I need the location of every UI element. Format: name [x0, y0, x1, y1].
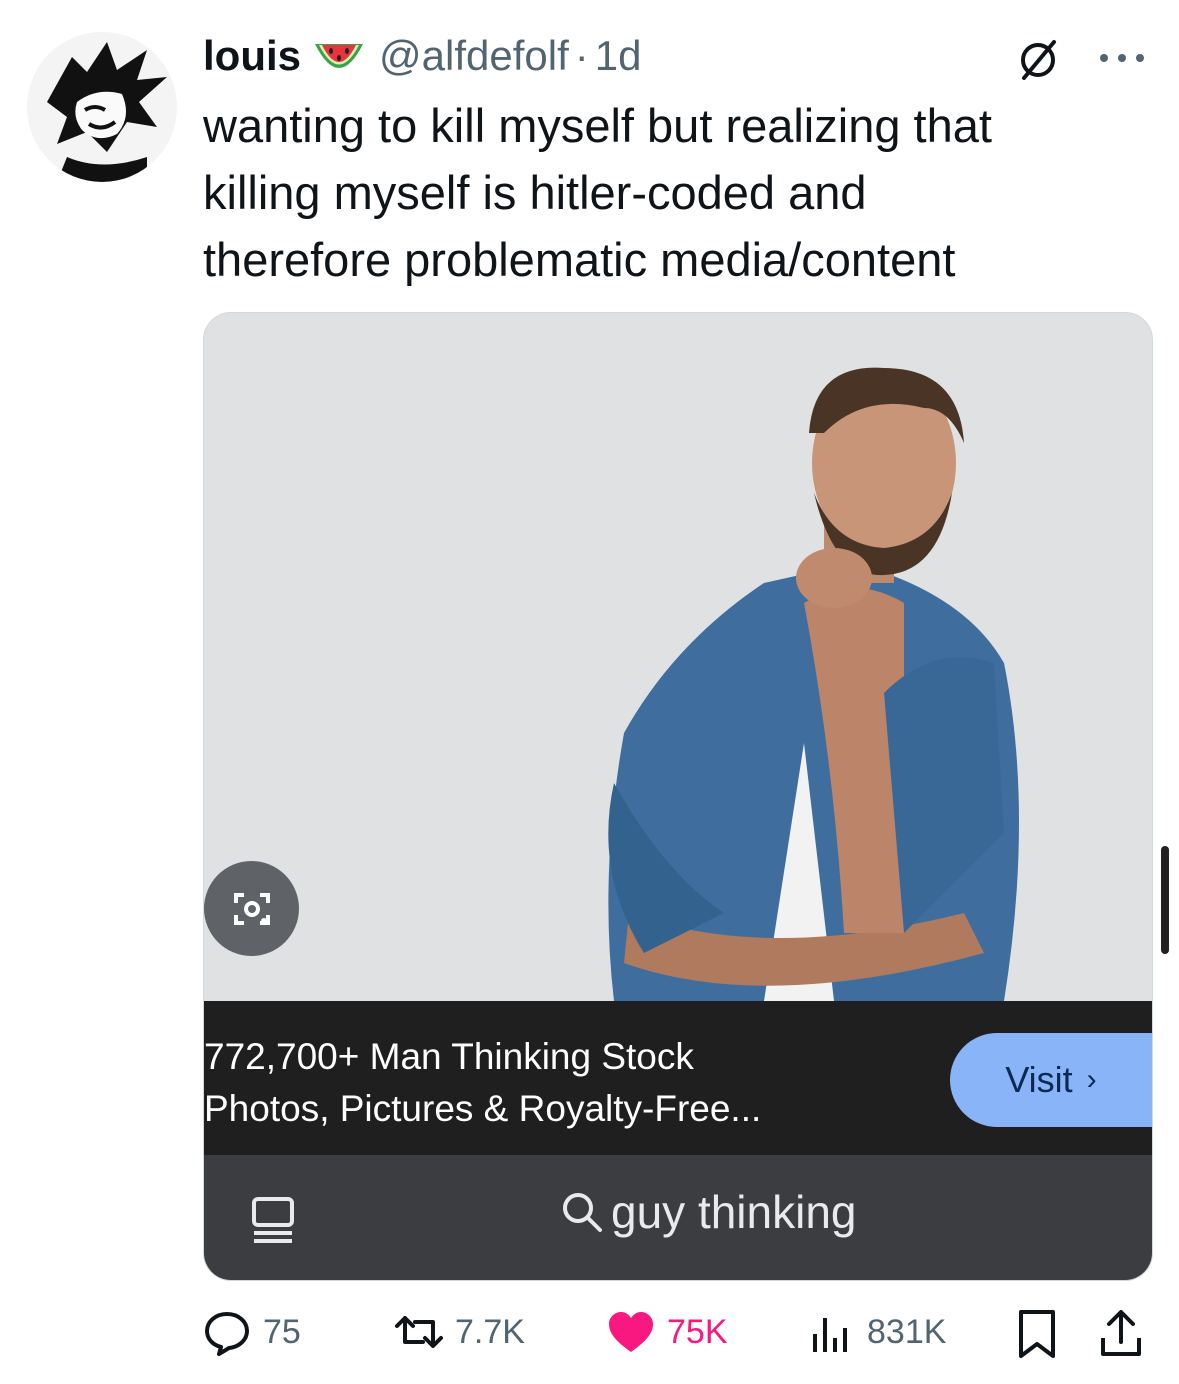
- stock-photo-man-thinking: [204, 313, 1152, 1001]
- scrollbar[interactable]: [1161, 846, 1169, 954]
- reply-button[interactable]: 75: [203, 1300, 301, 1364]
- views-chart-icon: [813, 1318, 847, 1352]
- user-handle[interactable]: @alfdefolf: [379, 32, 569, 80]
- tweet-header: louis @alfdefolf · 1d: [203, 28, 641, 84]
- reply-icon: [205, 1312, 249, 1356]
- share-icon[interactable]: [1097, 1308, 1145, 1360]
- views-button[interactable]: 831K: [807, 1300, 946, 1364]
- avatar[interactable]: [27, 32, 177, 182]
- like-count: 75K: [667, 1312, 728, 1351]
- chevron-right-icon: ›: [1086, 1063, 1097, 1096]
- lens-search-bar[interactable]: guy thinking: [204, 1133, 1152, 1280]
- result-title[interactable]: 772,700+ Man Thinking Stock Photos, Pict…: [204, 1031, 924, 1135]
- avatar-drawing: [27, 32, 177, 182]
- repost-icon: [395, 1316, 443, 1348]
- search-query-text: guy thinking: [611, 1186, 857, 1238]
- reply-count: 75: [263, 1312, 301, 1351]
- visit-button[interactable]: Visit ›: [950, 1033, 1152, 1127]
- camera-lens-icon: [233, 892, 270, 925]
- separator-dot: ·: [574, 32, 589, 79]
- divider: [204, 1133, 1152, 1155]
- repost-button[interactable]: 7.7K: [395, 1300, 525, 1364]
- post-age[interactable]: 1d: [595, 32, 642, 80]
- visit-label: Visit: [1005, 1059, 1073, 1100]
- display-name[interactable]: louis: [203, 32, 301, 80]
- more-options-icon[interactable]: [1094, 48, 1150, 68]
- like-button[interactable]: 75K: [607, 1300, 728, 1364]
- lens-button[interactable]: [204, 861, 299, 956]
- views-count: 831K: [867, 1312, 947, 1351]
- lens-result-bar: 772,700+ Man Thinking Stock Photos, Pict…: [204, 1001, 1152, 1133]
- tweet-text: wanting to kill myself but realizing tha…: [203, 99, 992, 286]
- tabs-icon[interactable]: [250, 1195, 296, 1245]
- search-icon: [563, 1193, 602, 1232]
- grok-icon[interactable]: [1016, 38, 1060, 82]
- watermelon-icon: [313, 34, 365, 78]
- tweet-media[interactable]: 772,700+ Man Thinking Stock Photos, Pict…: [203, 312, 1153, 1281]
- heart-icon: [609, 1312, 653, 1352]
- action-bar: 75 7.7K 75K 831K: [203, 1300, 1153, 1364]
- bookmark-icon[interactable]: [1015, 1308, 1059, 1360]
- search-query[interactable]: guy thinking: [559, 1185, 857, 1239]
- repost-count: 7.7K: [455, 1312, 525, 1351]
